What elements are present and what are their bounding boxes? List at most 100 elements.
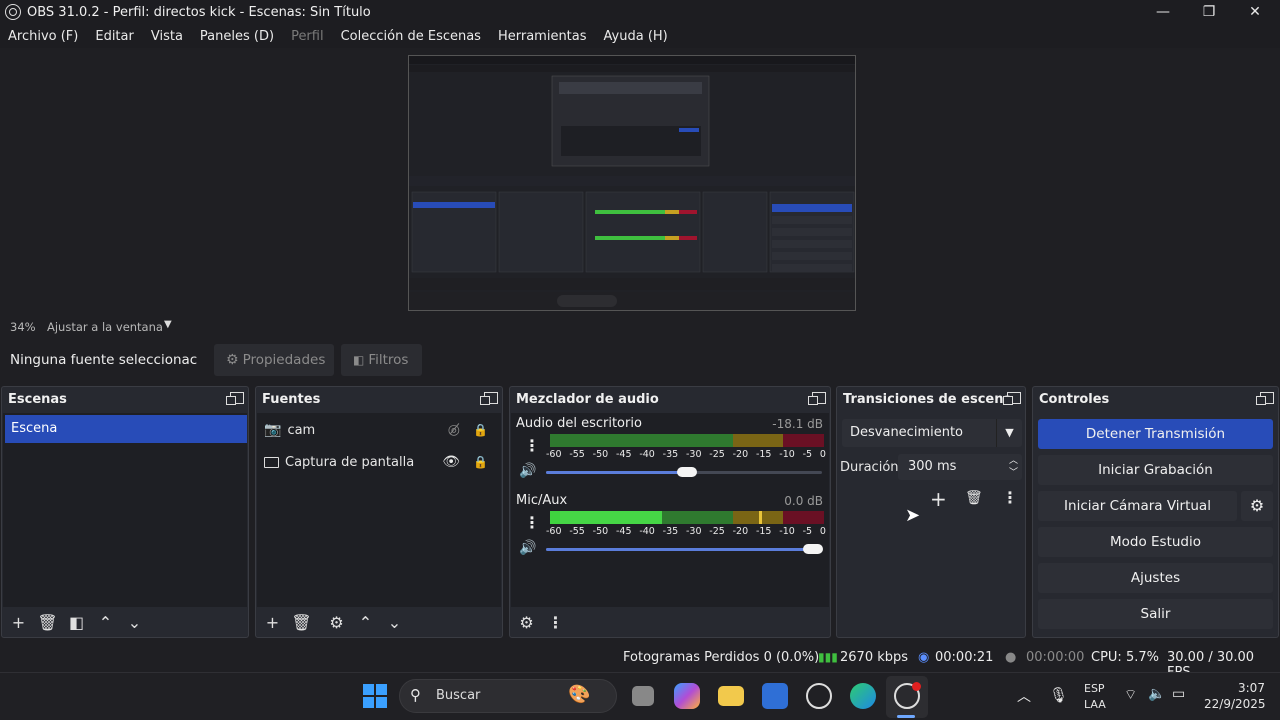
file-explorer-icon[interactable] (718, 686, 744, 706)
volume-meter (550, 434, 824, 447)
volume-slider-knob[interactable] (803, 544, 823, 554)
microphone-icon[interactable]: 🎙 (1049, 686, 1068, 704)
dropped-frames: Fotogramas Perdidos 0 (0.0%) (623, 650, 820, 665)
undock-icon[interactable] (480, 392, 498, 405)
properties-label: Propiedades (242, 352, 326, 368)
monitor-icon (264, 456, 279, 468)
lock-icon[interactable]: 🔒 (473, 423, 488, 437)
kebab-menu-icon[interactable]: ⋮ (524, 513, 540, 532)
undock-icon[interactable] (1003, 392, 1021, 405)
add-icon[interactable]: + (258, 613, 287, 632)
windows-start-icon[interactable] (363, 684, 387, 708)
properties-button[interactable]: ⚙ Propiedades (214, 344, 334, 376)
language-top[interactable]: ESP (1084, 682, 1105, 695)
edge-browser-icon[interactable] (850, 683, 876, 709)
undock-icon[interactable] (1256, 392, 1274, 405)
transition-selected: Desvanecimiento (850, 425, 964, 440)
volume-icon[interactable]: 🔈 (1148, 686, 1165, 702)
taskbar-search[interactable]: ⚲ Buscar 🎨 (399, 679, 617, 713)
menu-herramientas[interactable]: Herramientas (498, 29, 587, 44)
chevron-up-icon[interactable]: ⌃ (91, 613, 120, 632)
task-view-icon[interactable] (632, 686, 654, 706)
battery-icon[interactable]: ▭ (1172, 686, 1185, 702)
meter-scale: -60 -55 -50 -45 -40 -35 -30 -25 -20 -15 -10 -5 0 (546, 449, 826, 460)
maximize-button[interactable]: ❐ (1186, 0, 1232, 24)
lock-icon[interactable]: 🔒 (473, 455, 488, 469)
menu-coleccion-escenas[interactable]: Colección de Escenas (341, 29, 481, 44)
microsoft-store-icon[interactable] (762, 683, 788, 709)
menu-bar: Archivo (F) Editar Vista Paneles (D) Per… (0, 24, 1280, 48)
filters-button[interactable]: ◧ Filtros (341, 344, 422, 376)
undock-icon[interactable] (808, 392, 826, 405)
close-button[interactable]: ✕ (1232, 0, 1278, 24)
dell-icon[interactable] (806, 683, 832, 709)
studio-mode-button[interactable]: Modo Estudio (1038, 527, 1273, 557)
scenes-toolbar: + 🗑 ◧ ⌃ ⌄ (2, 607, 248, 637)
stream-live-icon: ◉ (918, 650, 930, 665)
filter-icon[interactable]: ◧ (62, 613, 91, 632)
minimize-button[interactable]: — (1140, 0, 1186, 24)
start-recording-button[interactable]: Iniciar Grabación (1038, 455, 1273, 485)
sources-title: Fuentes (262, 392, 321, 407)
recording-dot-icon (912, 682, 921, 691)
clock-date[interactable]: 22/9/2025 (1204, 697, 1266, 711)
speaker-icon[interactable]: 🔊 (519, 540, 536, 556)
gear-icon: ⚙ (226, 352, 239, 368)
add-icon[interactable]: + (4, 613, 33, 632)
stop-stream-button[interactable]: Detener Transmisión (1038, 419, 1273, 449)
trash-icon[interactable]: 🗑 (33, 613, 62, 632)
wifi-icon[interactable]: ⌔ (1124, 686, 1137, 704)
stream-time: 00:00:21 (935, 650, 994, 665)
chevron-up-icon[interactable]: ︿ (1017, 686, 1031, 706)
trash-icon[interactable]: 🗑 (965, 490, 983, 506)
kebab-menu-icon[interactable]: ⋮ (524, 436, 540, 455)
menu-paneles[interactable]: Paneles (D) (200, 29, 274, 44)
trash-icon[interactable]: 🗑 (287, 613, 316, 632)
chevron-down-icon[interactable]: ⌄ (380, 613, 409, 632)
menu-editar[interactable]: Editar (95, 29, 134, 44)
duration-spinbox[interactable]: 300 ms ︿ ﹀ (898, 454, 1022, 480)
filters-label: Filtros (368, 352, 409, 368)
clock-time[interactable]: 3:07 (1238, 681, 1265, 695)
zoom-fit-dropdown[interactable]: Ajustar a la ventana (47, 320, 163, 334)
spin-arrows-icon[interactable]: ︿ ﹀ (1009, 455, 1018, 479)
eye-icon[interactable]: 👁 (442, 454, 460, 470)
exit-button[interactable]: Salir (1038, 599, 1273, 629)
undock-icon[interactable] (226, 392, 244, 405)
kebab-menu-icon[interactable]: ⋮ (1002, 488, 1018, 507)
scene-item[interactable]: Escena (5, 415, 247, 443)
language-bottom[interactable]: LAA (1084, 698, 1106, 711)
transition-select[interactable]: Desvanecimiento ▼ (842, 419, 1022, 447)
source-row-cam[interactable]: 📷 cam ◎̸ 🔒 (264, 416, 492, 444)
copilot-icon[interactable] (674, 683, 700, 709)
program-preview[interactable] (408, 55, 856, 311)
source-name: cam (287, 422, 316, 438)
chevron-up-icon[interactable]: ⌃ (351, 613, 380, 632)
channel-name: Audio del escritorio (516, 416, 642, 431)
settings-button[interactable]: Ajustes (1038, 563, 1273, 593)
chevron-down-icon[interactable]: ⌄ (120, 613, 149, 632)
gear-icon[interactable]: ⚙ (1241, 491, 1273, 521)
menu-ayuda[interactable]: Ayuda (H) (604, 29, 668, 44)
gear-icon[interactable]: ⚙ (322, 613, 351, 632)
title-bar: OBS 31.0.2 - Perfil: directos kick - Esc… (0, 0, 1280, 24)
add-icon[interactable]: + (930, 487, 947, 511)
speaker-icon[interactable]: 🔊 (519, 463, 536, 479)
eye-hidden-icon[interactable]: ◎̸ (448, 422, 460, 438)
active-indicator (897, 715, 915, 718)
preview-screen-capture (409, 56, 855, 310)
volume-slider-knob[interactable] (677, 467, 697, 477)
menu-archivo[interactable]: Archivo (F) (8, 29, 78, 44)
mixer-toolbar: ⚙ ⋮ (510, 607, 830, 637)
channel-db: -18.1 dB (772, 417, 823, 431)
scenes-title: Escenas (8, 392, 67, 407)
signal-bars-icon: ▮▮▮ (818, 650, 838, 664)
gear-icon[interactable]: ⚙ (512, 613, 541, 632)
chevron-down-icon[interactable]: ▼ (164, 319, 172, 330)
kebab-menu-icon[interactable]: ⋮ (541, 613, 570, 632)
menu-vista[interactable]: Vista (151, 29, 183, 44)
mouse-cursor-icon: ➤ (905, 505, 921, 526)
source-row-screen[interactable]: Captura de pantalla 👁 🔒 (264, 448, 492, 476)
menu-perfil[interactable]: Perfil (291, 29, 324, 44)
start-virtual-camera-button[interactable]: Iniciar Cámara Virtual (1038, 491, 1237, 521)
